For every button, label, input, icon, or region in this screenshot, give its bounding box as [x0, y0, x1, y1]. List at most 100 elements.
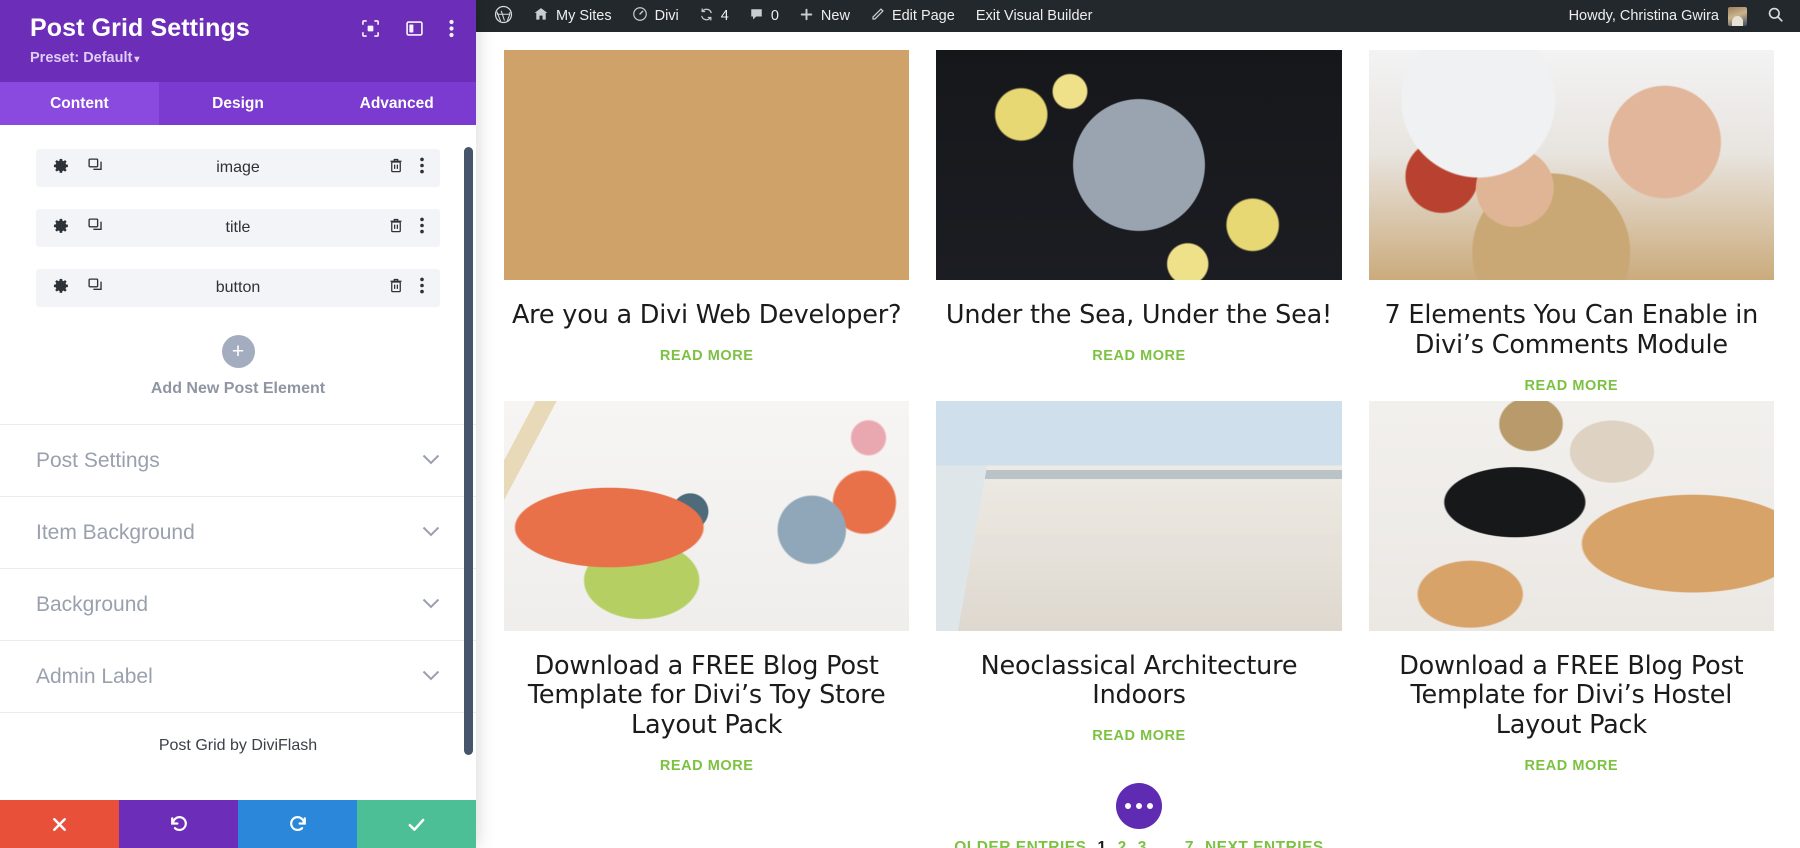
gear-icon[interactable]: [52, 157, 69, 179]
older-entries-link[interactable]: OLDER ENTRIES: [954, 839, 1086, 848]
post-featured-image[interactable]: [504, 50, 910, 280]
post-card: Download a FREE Blog Post Template for D…: [504, 400, 910, 775]
accordion-background[interactable]: Background: [0, 569, 476, 641]
tab-content[interactable]: Content: [0, 82, 159, 125]
adminbar-label: New: [820, 8, 850, 24]
post-title[interactable]: 7 Elements You Can Enable in Divi’s Comm…: [1375, 300, 1768, 361]
adminbar-new-content[interactable]: New: [789, 0, 860, 32]
vertical-dots-icon[interactable]: [420, 217, 424, 239]
chevron-down-icon: [422, 524, 440, 542]
settings-header-icon-group: [361, 14, 454, 43]
gear-icon[interactable]: [52, 217, 69, 239]
post-title[interactable]: Are you a Divi Web Developer?: [510, 300, 903, 331]
duplicate-icon[interactable]: [87, 217, 104, 239]
dashboard-icon: [632, 6, 648, 26]
vertical-dots-icon[interactable]: [449, 19, 454, 43]
read-more-link[interactable]: READ MORE: [660, 758, 754, 774]
three-dots-icon[interactable]: [1116, 783, 1162, 830]
settings-accordion-group: Post Settings Item Background Background: [0, 424, 476, 713]
post-card: Download a FREE Blog Post Template for D…: [1368, 400, 1774, 775]
adminbar-my-account[interactable]: Howdy, Christina Gwira: [1559, 0, 1759, 32]
dot: [1125, 803, 1131, 810]
post-title[interactable]: Download a FREE Blog Post Template for D…: [510, 651, 903, 741]
pencil-icon: [870, 7, 885, 26]
redo-button[interactable]: [238, 800, 357, 848]
adminbar-exit-visual-builder[interactable]: Exit Visual Builder: [965, 0, 1104, 32]
tab-design[interactable]: Design: [159, 82, 318, 125]
post-title[interactable]: Under the Sea, Under the Sea!: [942, 300, 1335, 331]
howdy-label: Howdy, Christina Gwira: [1568, 8, 1719, 24]
adminbar-comments[interactable]: 0: [739, 0, 789, 32]
page-number-1: 1: [1097, 839, 1107, 848]
page-number-3[interactable]: 3: [1138, 839, 1147, 848]
post-featured-image[interactable]: [1368, 50, 1774, 280]
trash-icon[interactable]: [388, 157, 404, 179]
undo-button[interactable]: [119, 800, 238, 848]
post-title[interactable]: Neoclassical Architecture Indoors: [942, 651, 1335, 712]
dot: [1147, 803, 1153, 810]
add-new-post-element[interactable]: + Add New Post Element: [0, 329, 476, 424]
post-featured-image[interactable]: [1368, 400, 1774, 631]
accordion-label: Admin Label: [36, 664, 153, 688]
post-grid: Are you a Divi Web Developer? READ MORE …: [504, 50, 1774, 775]
adminbar-site-name[interactable]: Divi: [622, 0, 689, 32]
post-featured-image[interactable]: [936, 400, 1342, 631]
chevron-down-icon: [422, 668, 440, 686]
read-more-link[interactable]: READ MORE: [1092, 728, 1186, 744]
post-card: Are you a Divi Web Developer? READ MORE: [504, 50, 910, 395]
post-element-list: image title button: [0, 125, 476, 307]
post-featured-image[interactable]: [936, 50, 1342, 280]
trash-icon[interactable]: [388, 277, 404, 299]
layout-panel-icon[interactable]: [405, 19, 424, 43]
accordion-label: Item Background: [36, 520, 195, 544]
visual-builder-screen: Post Grid Settings Preset: Default ▾ Con…: [0, 0, 1800, 848]
accordion-admin-label[interactable]: Admin Label: [0, 641, 476, 713]
page-number-last[interactable]: 7: [1185, 839, 1194, 848]
page-number-2[interactable]: 2: [1118, 839, 1127, 848]
post-element-row-button[interactable]: button: [36, 269, 440, 307]
post-card: Neoclassical Architecture Indoors READ M…: [936, 400, 1342, 775]
updates-icon: [699, 7, 714, 26]
adminbar-my-sites[interactable]: My Sites: [523, 0, 622, 32]
adminbar-wordpress-logo[interactable]: [484, 0, 523, 32]
read-more-link[interactable]: READ MORE: [1525, 758, 1619, 774]
next-entries-link[interactable]: NEXT ENTRIES: [1205, 839, 1324, 848]
adminbar-edit-page[interactable]: Edit Page: [860, 0, 965, 32]
post-element-row-title[interactable]: title: [36, 209, 440, 247]
cancel-button[interactable]: [0, 800, 119, 848]
preset-selector[interactable]: Preset: Default ▾: [30, 50, 454, 66]
read-more-link[interactable]: READ MORE: [1525, 378, 1619, 394]
chevron-down-icon: ▾: [134, 54, 140, 65]
pagination: ← OLDER ENTRIES 1 2 3 … 7 NEXT ENTRIES →: [504, 838, 1774, 848]
gear-icon[interactable]: [52, 277, 69, 299]
adminbar-label: Edit Page: [891, 8, 955, 24]
settings-scroll-region: image title button + Add New Post Elemen…: [0, 125, 476, 800]
adminbar-updates[interactable]: 4: [689, 0, 739, 32]
vertical-dots-icon[interactable]: [420, 157, 424, 179]
next-arrow-icon[interactable]: →: [1335, 838, 1353, 848]
read-more-link[interactable]: READ MORE: [1092, 348, 1186, 364]
save-button[interactable]: [357, 800, 476, 848]
panel-scrollbar[interactable]: [464, 147, 473, 755]
plus-icon: [799, 7, 814, 26]
focus-icon[interactable]: [361, 19, 380, 43]
post-element-row-image[interactable]: image: [36, 149, 440, 187]
wordpress-admin-bar: My Sites Divi 4 0 New Edit Page Exit Vis…: [476, 0, 1800, 32]
home-icon: [533, 6, 549, 26]
post-title[interactable]: Download a FREE Blog Post Template for D…: [1375, 651, 1768, 741]
post-featured-image[interactable]: [504, 400, 910, 631]
pagination-ellipsis: …: [1157, 839, 1174, 848]
accordion-post-settings[interactable]: Post Settings: [0, 425, 476, 497]
adminbar-search[interactable]: [1759, 0, 1800, 32]
duplicate-icon[interactable]: [87, 157, 104, 179]
duplicate-icon[interactable]: [87, 277, 104, 299]
read-more-link[interactable]: READ MORE: [660, 348, 754, 364]
plus-icon[interactable]: +: [221, 335, 255, 368]
tab-advanced[interactable]: Advanced: [317, 82, 476, 125]
vertical-dots-icon[interactable]: [420, 277, 424, 299]
accordion-item-background[interactable]: Item Background: [0, 497, 476, 569]
prev-arrow-icon[interactable]: ←: [926, 838, 944, 848]
adminbar-label: My Sites: [556, 8, 612, 24]
trash-icon[interactable]: [388, 217, 404, 239]
avatar: [1728, 6, 1747, 26]
